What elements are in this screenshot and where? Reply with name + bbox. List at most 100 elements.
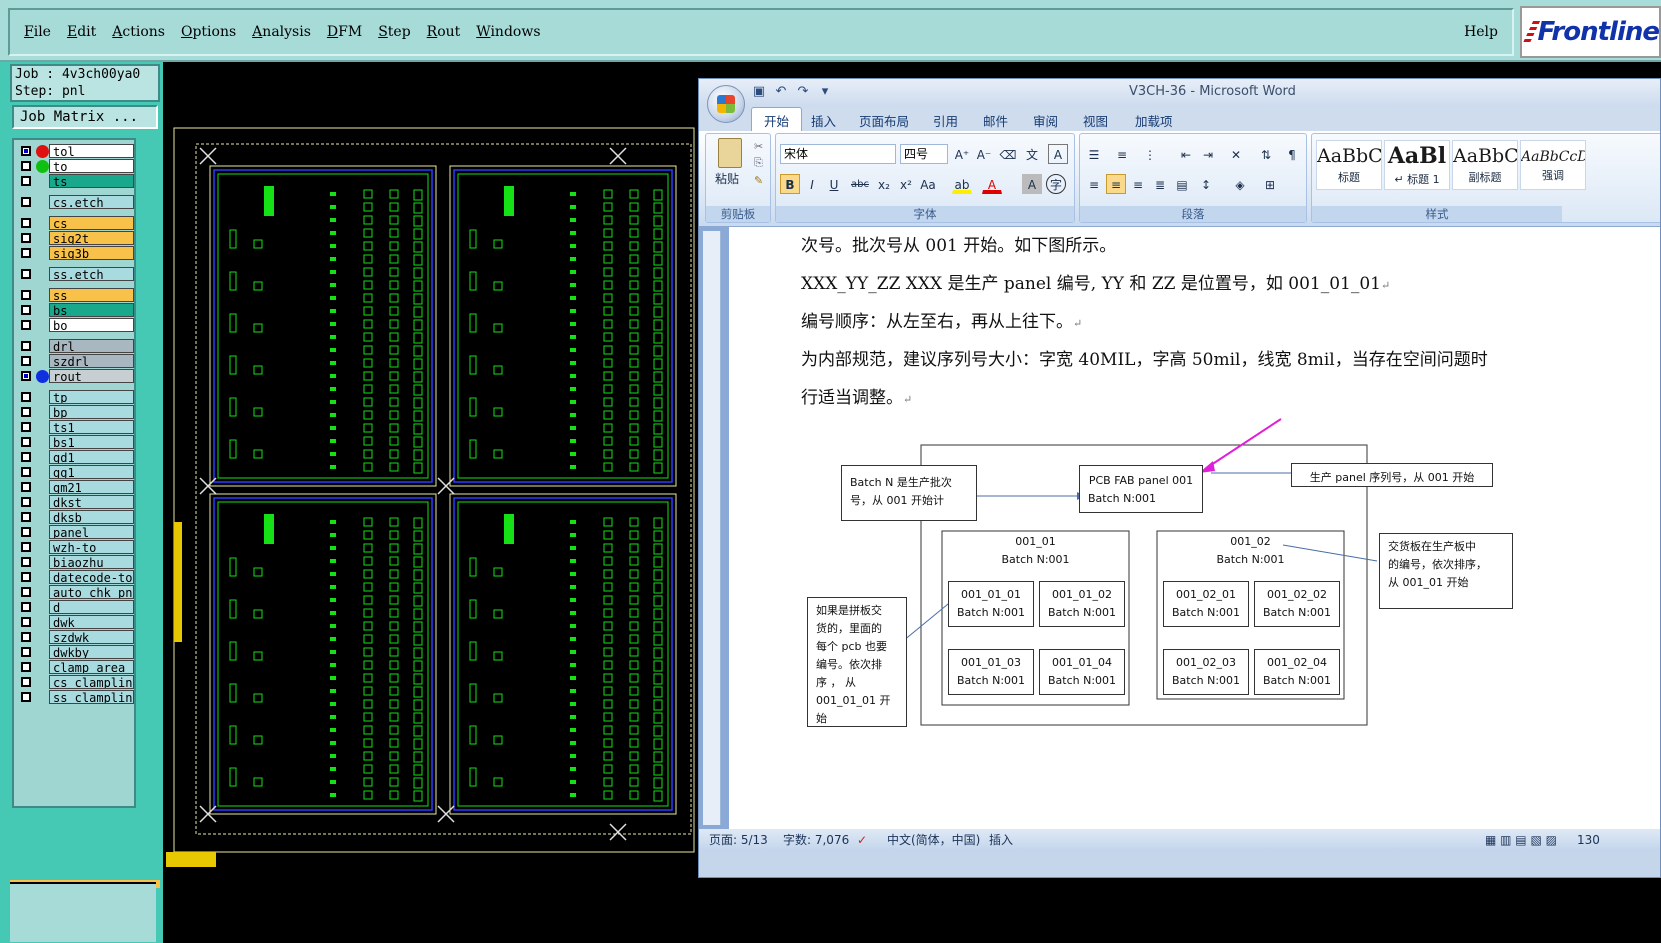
layer-name[interactable]: auto_chk_pnl (49, 585, 134, 599)
menu-edit[interactable]: Edit (67, 24, 96, 40)
layer-checkbox[interactable] (21, 146, 31, 156)
layer-name[interactable]: rout (49, 369, 134, 383)
superscript-icon[interactable]: x² (896, 174, 916, 194)
distribute-icon[interactable]: ▤ (1172, 174, 1192, 194)
shrink-font-icon[interactable]: A⁻ (974, 144, 994, 164)
layer-checkbox[interactable] (21, 647, 31, 657)
pcb-graphic-canvas[interactable] (166, 62, 696, 943)
layer-row-biaozhu[interactable]: biaozhu (16, 555, 134, 569)
layer-row-clamp_area[interactable]: clamp_area (16, 660, 134, 674)
layer-name[interactable]: szdwk (49, 630, 134, 644)
layer-name[interactable]: clamp_area (49, 660, 134, 674)
layer-name[interactable]: ss_clampline (49, 690, 134, 704)
clear-format-icon[interactable]: ⌫ (998, 144, 1018, 164)
layer-row-auto_chk_pnl[interactable]: auto_chk_pnl (16, 585, 134, 599)
layer-checkbox[interactable] (21, 452, 31, 462)
layer-row-tp[interactable]: tp (16, 390, 134, 404)
layer-name[interactable]: cs (49, 216, 134, 230)
layer-checkbox[interactable] (21, 542, 31, 552)
layer-name[interactable]: d (49, 600, 134, 614)
status-language[interactable]: 中文(简体，中国) (887, 829, 980, 851)
decrease-indent-icon[interactable]: ⇤ (1176, 144, 1196, 164)
tab-page-layout[interactable]: 页面布局 (859, 111, 909, 130)
layer-checkbox[interactable] (21, 233, 31, 243)
layer-row-gm21[interactable]: gm21 (16, 480, 134, 494)
tab-view[interactable]: 视图 (1083, 111, 1108, 130)
style-title[interactable]: AaBbC( 标题 (1316, 140, 1382, 190)
layer-row-dwk[interactable]: dwk (16, 615, 134, 629)
status-insert-mode[interactable]: 插入 (989, 829, 1013, 851)
layer-row-ss.etch[interactable]: ss.etch (16, 267, 134, 281)
show-marks-icon[interactable]: ¶ (1282, 144, 1302, 164)
layer-row-ss[interactable]: ss (16, 288, 134, 302)
layer-row-bp[interactable]: bp (16, 405, 134, 419)
paste-button[interactable]: 粘贴 (715, 170, 739, 187)
layer-checkbox[interactable] (21, 572, 31, 582)
copy-icon[interactable]: ⎘ (754, 156, 763, 170)
shading-icon[interactable]: ◈ (1230, 174, 1250, 194)
layer-checkbox[interactable] (21, 305, 31, 315)
tab-review[interactable]: 审阅 (1033, 111, 1058, 130)
italic-icon[interactable]: I (802, 174, 822, 194)
sort-icon[interactable]: ⇅ (1256, 144, 1276, 164)
paste-icon[interactable] (718, 138, 742, 168)
menu-dfm[interactable]: DFM (327, 24, 362, 40)
menu-file[interactable]: File (24, 24, 51, 40)
menu-options[interactable]: Options (181, 24, 236, 40)
layer-row-tol[interactable]: tol (16, 144, 134, 158)
layer-checkbox[interactable] (21, 407, 31, 417)
layer-name[interactable]: biaozhu (49, 555, 134, 569)
layer-name[interactable]: tp (49, 390, 134, 404)
layer-name[interactable]: cs.etch (49, 195, 134, 209)
char-shading-icon[interactable]: A (1022, 174, 1042, 194)
align-center-icon[interactable]: ≡ (1106, 174, 1126, 194)
layer-name[interactable]: dwkby (49, 645, 134, 659)
layer-checkbox[interactable] (21, 176, 31, 186)
layer-checkbox[interactable] (21, 248, 31, 258)
layer-name[interactable]: dksb (49, 510, 134, 524)
menu-step[interactable]: Step (378, 24, 410, 40)
font-size-select[interactable]: 四号 (900, 144, 948, 164)
bold-icon[interactable]: B (780, 174, 800, 194)
style-subtitle[interactable]: AaBbC( 副标题 (1452, 140, 1518, 190)
layer-name[interactable]: dwk (49, 615, 134, 629)
layer-checkbox[interactable] (21, 437, 31, 447)
menu-help[interactable]: Help (1464, 24, 1498, 40)
layer-checkbox[interactable] (21, 356, 31, 366)
layer-checkbox[interactable] (21, 692, 31, 702)
chinese-layout-icon[interactable]: ✕ (1226, 144, 1246, 164)
layer-checkbox[interactable] (21, 677, 31, 687)
job-matrix-button[interactable]: Job Matrix ... (12, 105, 158, 129)
layer-checkbox[interactable] (21, 587, 31, 597)
layer-name[interactable]: panel (49, 525, 134, 539)
char-border-icon[interactable]: A (1048, 144, 1068, 164)
layer-name[interactable]: szdrl (49, 354, 134, 368)
tab-insert[interactable]: 插入 (811, 111, 836, 130)
numbering-icon[interactable]: ≡ (1112, 144, 1132, 164)
tab-references[interactable]: 引用 (933, 111, 958, 130)
layer-checkbox[interactable] (21, 512, 31, 522)
layer-row-cs.etch[interactable]: cs.etch (16, 195, 134, 209)
layer-name[interactable]: gg1 (49, 465, 134, 479)
status-page[interactable]: 页面: 5/13 (709, 829, 768, 851)
layer-name[interactable]: ts1 (49, 420, 134, 434)
tab-home[interactable]: 开始 (751, 107, 803, 131)
format-painter-icon[interactable]: ✎ (754, 174, 763, 187)
layer-name[interactable]: dkst (49, 495, 134, 509)
layer-checkbox[interactable] (21, 269, 31, 279)
layer-checkbox[interactable] (21, 290, 31, 300)
phonetic-icon[interactable]: 文 (1022, 144, 1042, 164)
layer-name[interactable]: sig2t (49, 231, 134, 245)
layer-checkbox[interactable] (21, 602, 31, 612)
style-heading1[interactable]: AaBl ↵ 标题 1 (1384, 140, 1450, 190)
increase-indent-icon[interactable]: ⇥ (1198, 144, 1218, 164)
layer-name[interactable]: cs_clampline (49, 675, 134, 689)
document-page[interactable]: 次号。批次号从 001 开始。如下图所示。 XXX_YY_ZZ XXX 是生产 … (729, 227, 1660, 829)
layer-row-dksb[interactable]: dksb (16, 510, 134, 524)
align-left-icon[interactable]: ≡ (1084, 174, 1104, 194)
cut-icon[interactable]: ✂ (754, 140, 763, 153)
layer-row-bs[interactable]: bs (16, 303, 134, 317)
subscript-icon[interactable]: x₂ (874, 174, 894, 194)
layer-row-ss_clampline[interactable]: ss_clampline (16, 690, 134, 704)
layer-checkbox[interactable] (21, 218, 31, 228)
